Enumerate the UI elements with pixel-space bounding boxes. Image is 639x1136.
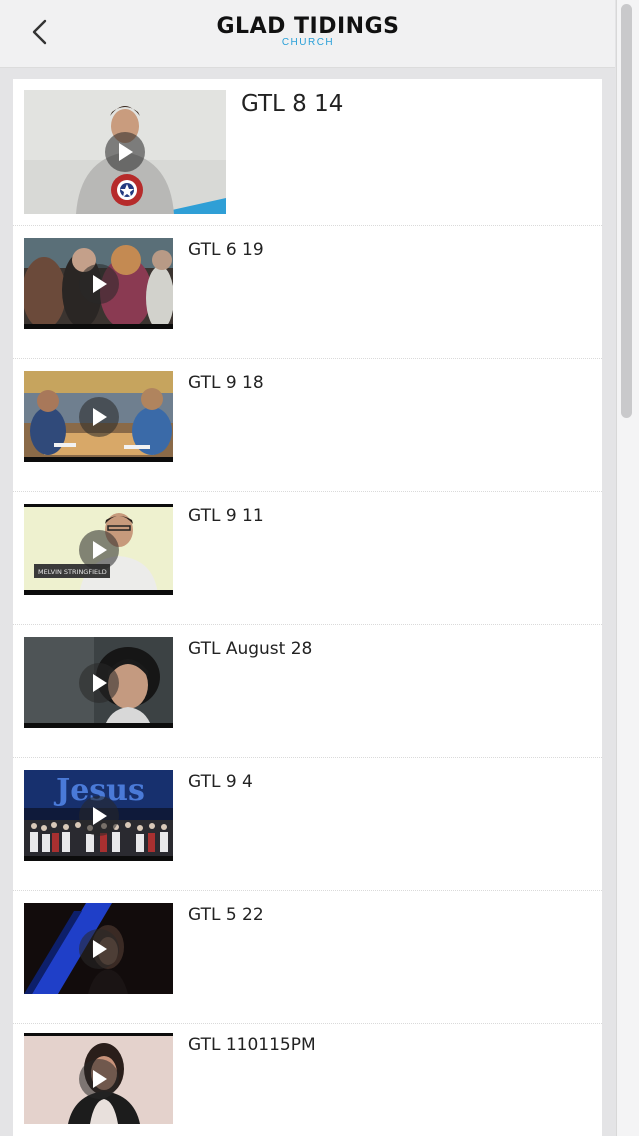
- video-list-item[interactable]: MELVIN STRINGFIELD GTL 9 11: [13, 492, 602, 625]
- video-title: GTL 6 19: [188, 240, 264, 260]
- video-title: GTL 9 11: [188, 506, 264, 526]
- video-list-item[interactable]: GTL 6 19: [13, 226, 602, 359]
- play-icon: [79, 264, 119, 304]
- play-icon: [79, 663, 119, 703]
- back-button[interactable]: [22, 12, 56, 52]
- play-icon: [105, 132, 145, 172]
- video-list-item[interactable]: Jesus GTL 9 4: [13, 758, 602, 891]
- video-title: GTL 8 14: [241, 91, 344, 117]
- video-list-item[interactable]: GTL 9 18: [13, 359, 602, 492]
- play-icon: [79, 1059, 119, 1099]
- video-thumbnail: [24, 1033, 173, 1124]
- app-header: GLAD TIDINGS CHURCH: [0, 0, 615, 68]
- video-list-item[interactable]: GTL 5 22: [13, 891, 602, 1024]
- play-icon: [79, 530, 119, 570]
- video-title: GTL August 28: [188, 639, 313, 659]
- video-thumbnail: MELVIN STRINGFIELD: [24, 504, 173, 595]
- scrollbar-thumb[interactable]: [621, 4, 632, 418]
- video-thumbnail: [24, 637, 173, 728]
- video-title: GTL 9 18: [188, 373, 264, 393]
- chevron-left-icon: [32, 19, 47, 45]
- video-title: GTL 9 4: [188, 772, 253, 792]
- video-list-item[interactable]: GTL 110115PM: [13, 1024, 602, 1136]
- church-logo: GLAD TIDINGS CHURCH: [195, 14, 421, 48]
- video-list-item[interactable]: GTL August 28: [13, 625, 602, 758]
- video-thumbnail: [24, 371, 173, 462]
- video-title: GTL 110115PM: [188, 1035, 316, 1055]
- video-thumbnail: [24, 903, 173, 994]
- video-thumbnail: Jesus: [24, 770, 173, 861]
- play-icon: [79, 929, 119, 969]
- play-icon: [79, 397, 119, 437]
- video-list-item[interactable]: GTL 8 14: [13, 79, 602, 226]
- play-icon: [79, 796, 119, 836]
- video-list: GTL 8 14 GTL 6 19 GTL 9 18 MELVIN STRING…: [13, 79, 602, 1136]
- video-title: GTL 5 22: [188, 905, 264, 925]
- video-thumbnail: [24, 238, 173, 329]
- video-thumbnail: [24, 90, 226, 214]
